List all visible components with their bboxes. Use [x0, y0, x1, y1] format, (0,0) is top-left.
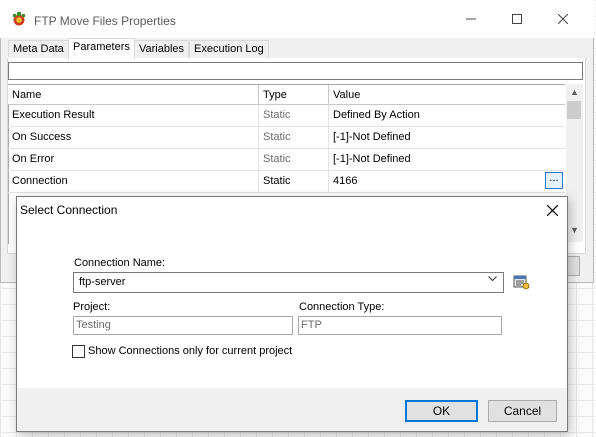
edit-value-button[interactable]: ... — [545, 172, 563, 189]
tab-parameters[interactable]: Parameters — [68, 38, 135, 59]
cell-type: Static — [259, 127, 329, 148]
filter-input[interactable] — [8, 62, 583, 80]
maximize-button[interactable] — [494, 0, 540, 38]
connection-type-label: Connection Type: — [299, 301, 385, 313]
dialog-title: Select Connection — [20, 203, 118, 217]
connection-settings-icon[interactable] — [512, 273, 530, 291]
scroll-down-icon[interactable]: ▼ — [566, 222, 583, 239]
tab-execution-log[interactable]: Execution Log — [189, 40, 269, 57]
app-icon — [11, 11, 27, 27]
close-icon — [558, 14, 568, 24]
cell-value: 4166 — [333, 175, 358, 187]
project-label: Project: — [73, 301, 111, 313]
project-value: Testing — [76, 319, 111, 331]
tab-meta-data[interactable]: Meta Data — [8, 40, 69, 57]
cell-type: Static — [259, 171, 329, 192]
show-current-project-label[interactable]: Show Connections only for current projec… — [88, 345, 292, 357]
minimize-button[interactable] — [448, 0, 494, 38]
table-row[interactable]: Execution Result Static Defined By Actio… — [8, 105, 565, 127]
dialog-close-button[interactable] — [538, 198, 566, 222]
connection-name-select[interactable] — [73, 272, 504, 293]
table-row[interactable]: On Success Static [-1]-Not Defined — [8, 127, 565, 149]
ok-button[interactable]: OK — [405, 400, 478, 422]
cell-type: Static — [259, 149, 329, 170]
column-header-type[interactable]: Type — [259, 85, 329, 105]
grid-header: Name Type Value — [8, 84, 565, 105]
column-header-name[interactable]: Name — [8, 85, 259, 105]
window-title: FTP Move Files Properties — [34, 14, 176, 28]
show-current-project-checkbox[interactable] — [72, 345, 85, 358]
maximize-icon — [512, 14, 522, 24]
cell-value: [-1]-Not Defined — [333, 153, 411, 165]
cell-type: Static — [259, 105, 329, 126]
cell-name: Execution Result — [8, 105, 259, 126]
chevron-down-icon[interactable] — [488, 274, 497, 285]
cell-value: [-1]-Not Defined — [333, 131, 411, 143]
cell-name: On Success — [8, 127, 259, 148]
table-row[interactable]: Connection Static 4166 — [8, 171, 565, 193]
dialog-footer — [17, 388, 567, 431]
tab-variables[interactable]: Variables — [134, 40, 190, 57]
scroll-up-icon[interactable]: ▲ — [566, 84, 583, 101]
connection-type-value: FTP — [301, 319, 322, 331]
cell-value: Defined By Action — [333, 109, 420, 121]
close-icon — [546, 204, 558, 217]
connection-type-field — [298, 316, 502, 335]
column-header-value[interactable]: Value — [329, 85, 565, 105]
cancel-button[interactable]: Cancel — [488, 400, 557, 422]
table-row[interactable]: On Error Static [-1]-Not Defined — [8, 149, 565, 171]
connection-name-label: Connection Name: — [74, 257, 166, 269]
close-window-button[interactable] — [540, 0, 586, 38]
cell-name: Connection — [8, 171, 259, 192]
scrollbar-thumb[interactable] — [567, 101, 581, 119]
minimize-icon — [466, 18, 476, 20]
cell-name: On Error — [8, 149, 259, 170]
connection-name-value: ftp-server — [79, 276, 126, 288]
main-window-button[interactable] — [566, 256, 580, 276]
